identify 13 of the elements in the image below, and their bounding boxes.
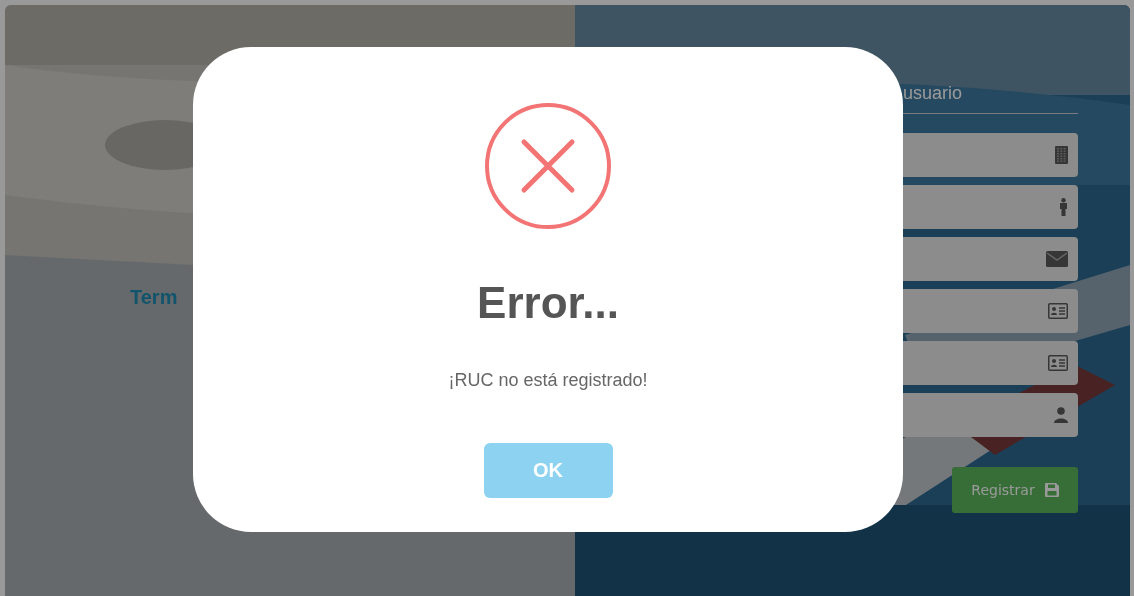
register-button[interactable]: Registrar bbox=[952, 467, 1078, 513]
dialog-title: Error... bbox=[477, 278, 619, 328]
building-icon bbox=[1055, 146, 1068, 164]
id-card-icon bbox=[1048, 355, 1068, 371]
brand-logo: Term bbox=[130, 286, 178, 309]
ok-button[interactable]: OK bbox=[483, 443, 613, 498]
dialog-message: ¡RUC no está registrado! bbox=[448, 370, 648, 391]
id-card-icon bbox=[1048, 303, 1068, 319]
error-icon bbox=[484, 102, 612, 230]
save-icon bbox=[1044, 483, 1059, 497]
envelope-icon bbox=[1046, 251, 1068, 267]
user-icon bbox=[1054, 407, 1068, 423]
person-icon bbox=[1059, 198, 1068, 216]
